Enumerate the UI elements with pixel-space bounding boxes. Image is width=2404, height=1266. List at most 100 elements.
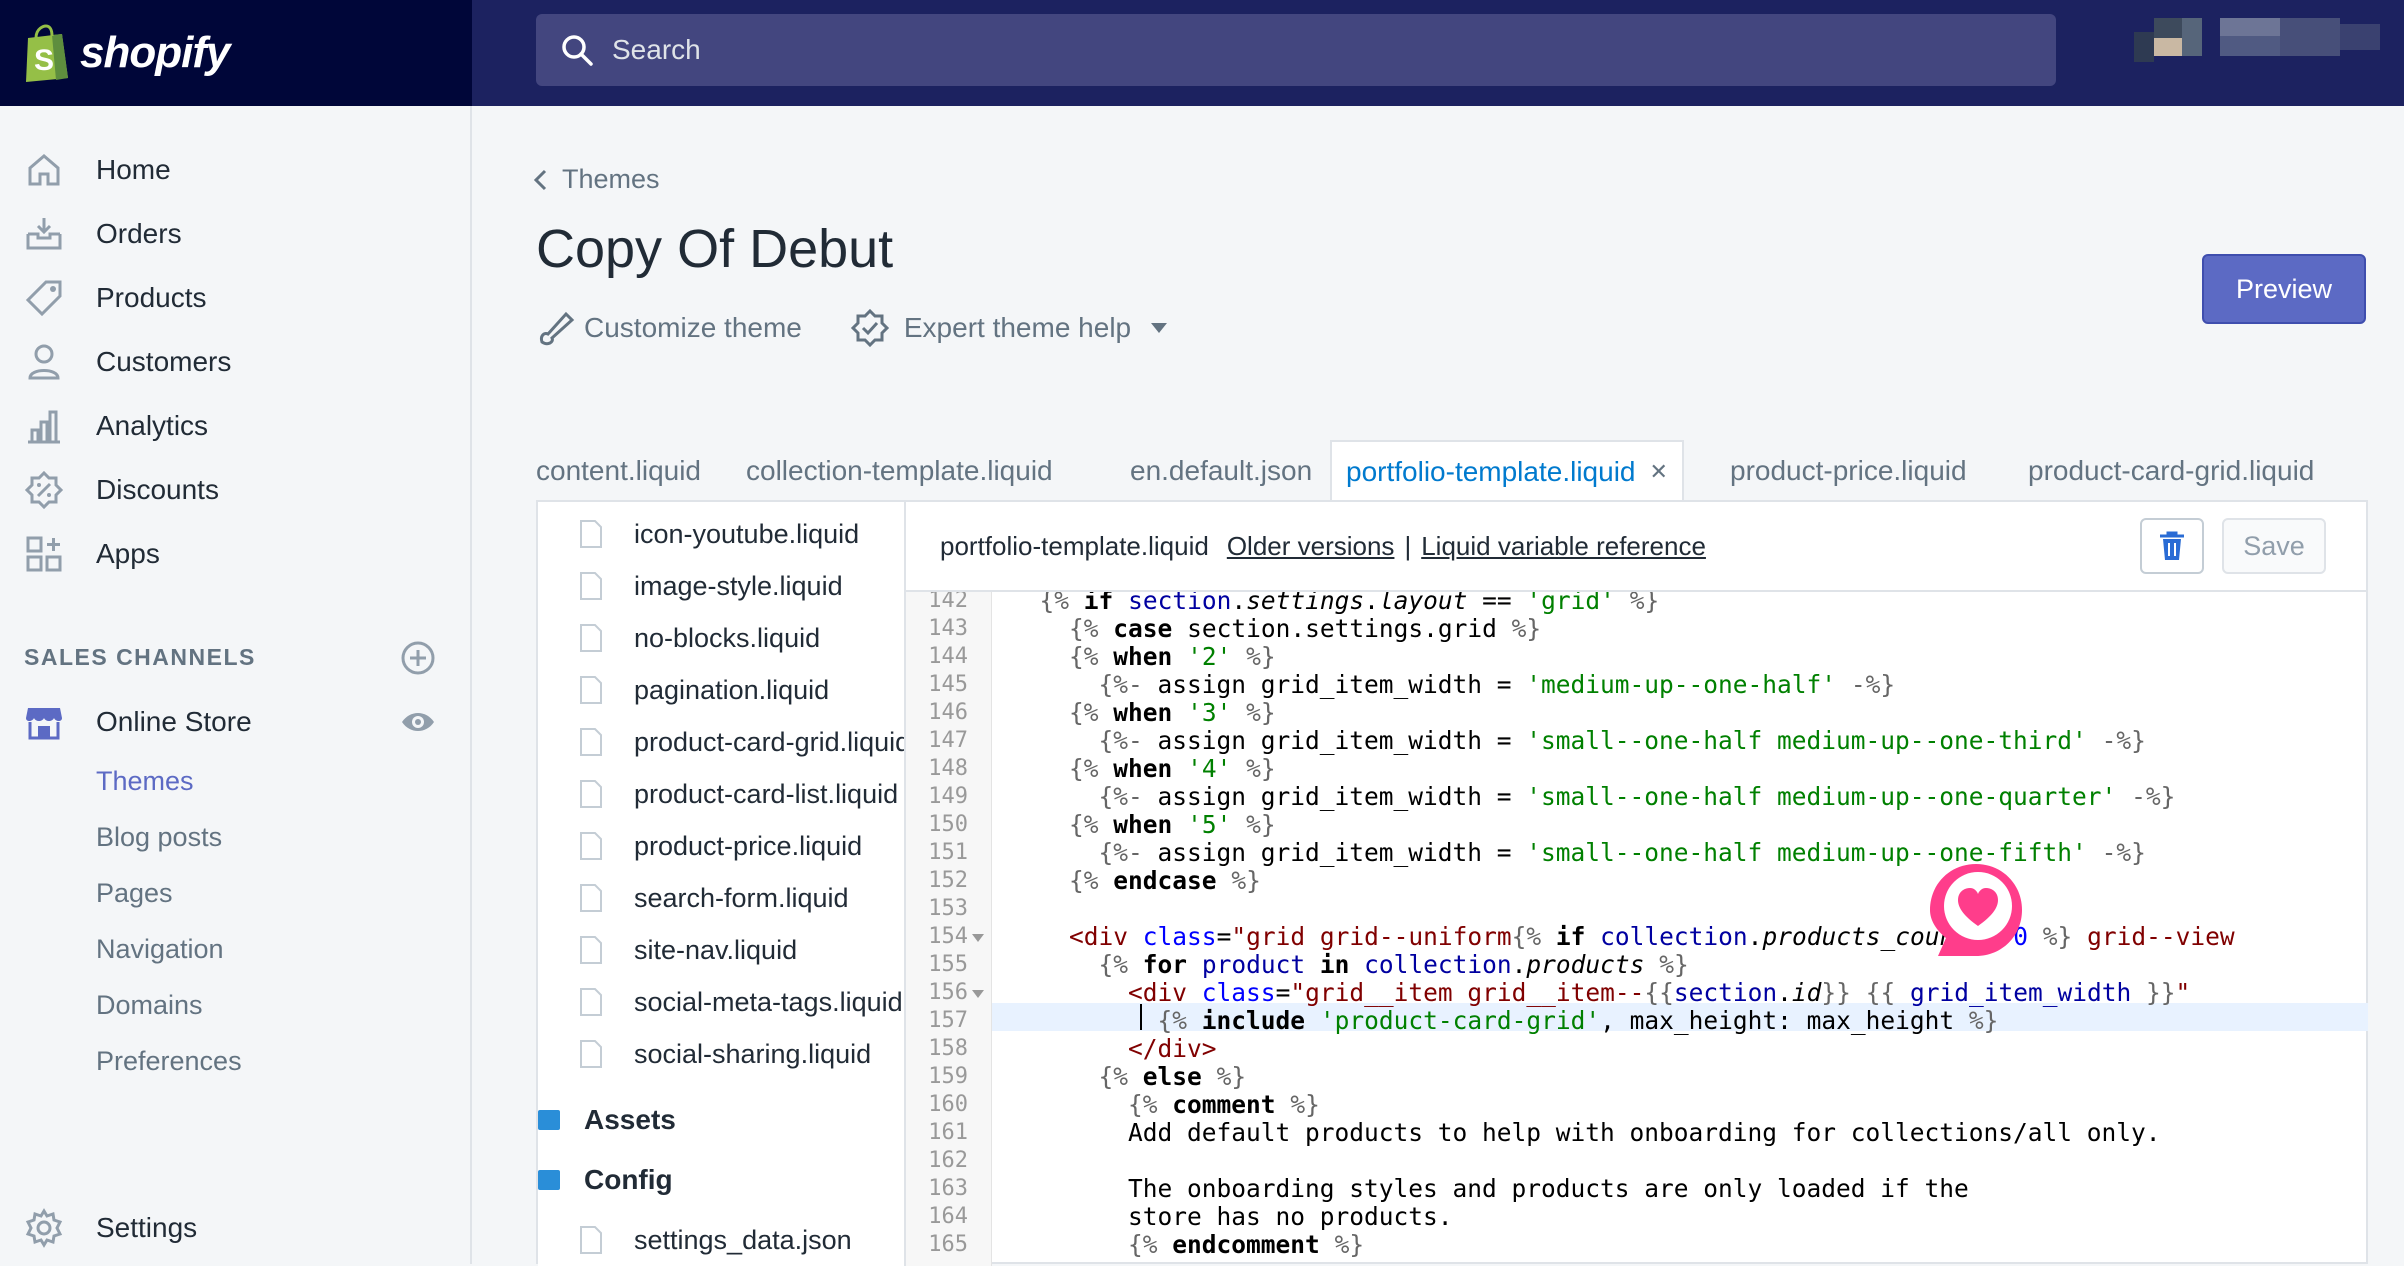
liquid-reference-link[interactable]: Liquid variable reference xyxy=(1421,531,1706,562)
sidebar-sub-domains[interactable]: Domains xyxy=(96,990,203,1021)
person-icon xyxy=(28,344,60,380)
code-area[interactable]: 142 143 144 145 146 147 148 149 150 151 152 153 154 1… xyxy=(906,590,2368,1266)
sales-channels-title: SALES CHANNELS xyxy=(24,644,256,670)
file-settings-data-json[interactable]: settings_data.json xyxy=(538,1214,904,1266)
file-icon xyxy=(580,780,602,808)
shopify-bag-icon: S xyxy=(26,24,68,82)
theme-actions: Customize theme Expert theme help xyxy=(536,308,1168,348)
save-button[interactable]: Save xyxy=(2222,518,2326,574)
home-icon xyxy=(28,154,60,186)
sidebar-item-apps[interactable]: Apps xyxy=(0,524,472,584)
code-line: The onboarding styles and products are o… xyxy=(1010,1174,1969,1203)
account-avatar[interactable] xyxy=(2110,0,2404,106)
folder-label: Assets xyxy=(584,1104,676,1135)
fold-toggle-icon[interactable] xyxy=(972,990,984,998)
file-name: pagination.liquid xyxy=(634,674,830,705)
svg-text:S: S xyxy=(34,44,54,77)
sidebar-sub-pages[interactable]: Pages xyxy=(96,878,173,909)
preview-button[interactable]: Preview xyxy=(2202,254,2366,324)
file-icon xyxy=(580,936,602,964)
line-number: 160 xyxy=(928,1092,968,1117)
file-item[interactable]: social-sharing.liquid xyxy=(538,1028,904,1080)
line-number: 153 xyxy=(928,896,968,921)
sidebar-item-label: Online Store xyxy=(96,706,252,737)
file-item[interactable]: product-card-grid.liquid xyxy=(538,716,904,768)
folder-icon xyxy=(538,1110,560,1130)
line-number: 145 xyxy=(928,672,968,697)
sidebar-sub-blog-posts[interactable]: Blog posts xyxy=(96,822,222,853)
sidebar-item-products[interactable]: Products xyxy=(0,268,472,328)
sidebar-item-customers[interactable]: Customers xyxy=(0,332,472,392)
line-gutter: 142 143 144 145 146 147 148 149 150 151 152 153 154 1… xyxy=(906,592,992,1266)
line-number: 161 xyxy=(928,1120,968,1145)
file-item[interactable]: product-price.liquid xyxy=(538,820,904,872)
eye-icon[interactable] xyxy=(400,710,436,734)
gear-icon xyxy=(25,1208,63,1248)
close-icon[interactable]: ✕ xyxy=(1650,459,1668,485)
file-item[interactable]: product-card-list.liquid xyxy=(538,768,904,820)
file-item[interactable]: image-style.liquid xyxy=(538,560,904,612)
sidebar-sub-preferences[interactable]: Preferences xyxy=(96,1046,242,1077)
tab-product-card-grid[interactable]: product-card-grid.liquid xyxy=(2014,440,2328,502)
file-item[interactable]: site-nav.liquid xyxy=(538,924,904,976)
line-number: 159 xyxy=(928,1064,968,1089)
sidebar-item-analytics[interactable]: Analytics xyxy=(0,396,472,456)
line-number: 148 xyxy=(928,756,968,781)
code-line: Add default products to help with onboar… xyxy=(1010,1118,2161,1147)
file-name: social-sharing.liquid xyxy=(634,1038,872,1069)
code-line: {% if section.settings.layout == 'grid' … xyxy=(1039,590,1660,615)
file-item[interactable]: no-blocks.liquid xyxy=(538,612,904,664)
file-name: search-form.liquid xyxy=(634,882,849,913)
code-line: <div class="grid__item grid__item--{{sec… xyxy=(1128,978,2191,1007)
breadcrumb-back[interactable]: Themes xyxy=(532,164,660,195)
file-item[interactable]: search-form.liquid xyxy=(538,872,904,924)
shopify-logo[interactable]: S shopify xyxy=(0,0,472,106)
sidebar-item-settings[interactable]: Settings xyxy=(0,1198,472,1258)
fold-toggle-icon[interactable] xyxy=(972,934,984,942)
sidebar-item-home[interactable]: Home xyxy=(0,140,472,200)
expert-theme-help-link[interactable]: Expert theme help xyxy=(850,308,1168,348)
breadcrumb-label: Themes xyxy=(562,164,660,194)
heart-badge-icon[interactable] xyxy=(1924,858,2028,962)
file-icon xyxy=(580,884,602,912)
text-cursor xyxy=(1140,1004,1142,1030)
sidebar-item-online-store[interactable]: Online Store xyxy=(0,692,472,752)
sidebar-item-label: Analytics xyxy=(96,410,209,441)
code-line: {% else %} xyxy=(1098,1062,1247,1091)
file-icon xyxy=(580,1040,602,1068)
line-number: 143 xyxy=(928,616,968,641)
sidebar-item-discounts[interactable]: Discounts xyxy=(0,460,472,520)
customize-theme-link[interactable]: Customize theme xyxy=(536,308,802,348)
tab-en-default-json[interactable]: en.default.json xyxy=(1116,440,1326,502)
store-icon xyxy=(26,708,62,740)
sidebar-item-label: Orders xyxy=(96,218,182,249)
sidebar-sub-navigation[interactable]: Navigation xyxy=(96,934,224,965)
file-name: site-nav.liquid xyxy=(634,934,798,965)
tab-product-price[interactable]: product-price.liquid xyxy=(1716,440,1981,502)
file-tree: icon-youtube.liquid image-style.liquid no-… xyxy=(538,502,906,1266)
file-item[interactable]: pagination.liquid xyxy=(538,664,904,716)
older-versions-link[interactable]: Older versions xyxy=(1227,531,1395,562)
folder-label: Config xyxy=(584,1164,673,1195)
tab-collection-template[interactable]: collection-template.liquid xyxy=(732,440,1067,502)
add-channel-icon[interactable] xyxy=(400,640,436,676)
code-comment-text: The onboarding styles and products are o… xyxy=(1128,1174,1969,1203)
line-number: 150 xyxy=(928,812,968,837)
tab-content-liquid[interactable]: content.liquid xyxy=(522,440,715,502)
brush-icon xyxy=(540,311,575,346)
line-number: 152 xyxy=(928,868,968,893)
sidebar-item-orders[interactable]: Orders xyxy=(0,204,472,264)
delete-button[interactable] xyxy=(2140,518,2204,574)
line-number: 147 xyxy=(928,728,968,753)
sidebar-sub-themes[interactable]: Themes xyxy=(96,766,194,797)
line-number: 149 xyxy=(928,784,968,809)
tab-portfolio-template[interactable]: portfolio-template.liquid ✕ xyxy=(1330,440,1684,502)
file-icon xyxy=(580,988,602,1016)
file-item[interactable]: social-meta-tags.liquid xyxy=(538,976,904,1028)
chevron-left-icon xyxy=(533,169,547,190)
caret-down-icon xyxy=(1151,323,1168,333)
line-number: 155 xyxy=(928,952,968,977)
search-bar[interactable]: Search xyxy=(536,14,2056,86)
file-item[interactable]: icon-youtube.liquid xyxy=(538,508,904,560)
code-line: {% endcomment %} xyxy=(1128,1230,1365,1259)
